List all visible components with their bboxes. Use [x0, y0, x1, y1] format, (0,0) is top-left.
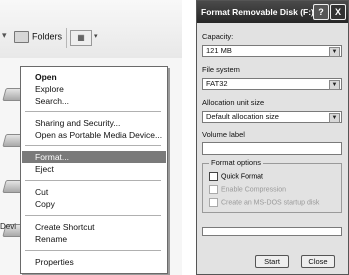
dialog-titlebar[interactable]: Format Removable Disk (F:) ? X: [197, 1, 348, 23]
menu-item-open-portable-media[interactable]: Open as Portable Media Device...: [22, 129, 166, 141]
allocation-unit-select[interactable]: Default allocation size ▼: [202, 111, 342, 123]
toolbar-separator: [66, 28, 67, 48]
format-options-group: Format options Quick Format Enable Compr…: [202, 158, 342, 213]
menu-item-rename[interactable]: Rename: [22, 233, 166, 245]
create-msdos-checkbox: [209, 198, 218, 207]
menu-item-open[interactable]: Open: [22, 71, 166, 83]
menu-item-search[interactable]: Search...: [22, 95, 166, 107]
folders-label: Folders: [32, 31, 63, 42]
chevron-down-icon[interactable]: ▼: [329, 80, 340, 90]
enable-compression-option: Enable Compression: [209, 185, 286, 194]
menu-separator: [25, 145, 161, 146]
capacity-select[interactable]: 121 MB ▼: [202, 45, 342, 57]
menu-separator: [25, 180, 161, 181]
chevron-down-icon[interactable]: ▾: [2, 30, 7, 41]
dialog-title: Format Removable Disk (F:): [201, 7, 314, 17]
quick-format-option[interactable]: Quick Format: [209, 172, 263, 181]
folders-icon: [14, 31, 29, 43]
start-button[interactable]: Start: [255, 255, 289, 268]
allocation-unit-value: Default allocation size: [206, 112, 279, 121]
chevron-down-icon[interactable]: ▼: [329, 113, 340, 123]
allocation-unit-label: Allocation unit size: [202, 98, 265, 107]
file-system-select[interactable]: FAT32 ▼: [202, 78, 342, 90]
menu-item-sharing-security[interactable]: Sharing and Security...: [22, 117, 166, 129]
format-progress-bar: [202, 227, 342, 236]
file-system-label: File system: [202, 65, 240, 74]
menu-separator: [25, 111, 161, 112]
explorer-toolbar: ▾ Folders ▦ ▾: [0, 0, 182, 59]
menu-separator: [25, 215, 161, 216]
menu-item-copy[interactable]: Copy: [22, 198, 166, 210]
chevron-down-icon[interactable]: ▼: [329, 47, 340, 57]
format-options-title: Format options: [209, 158, 264, 167]
quick-format-label: Quick Format: [221, 173, 264, 181]
menu-item-format[interactable]: Format...: [22, 151, 166, 163]
menu-item-eject[interactable]: Eject: [22, 163, 166, 175]
menu-item-create-shortcut[interactable]: Create Shortcut: [22, 221, 166, 233]
menu-separator: [25, 250, 161, 251]
enable-compression-label: Enable Compression: [221, 186, 286, 194]
partial-section-label: Devi: [0, 222, 17, 231]
context-menu: Open Explore Search... Sharing and Secur…: [20, 66, 168, 274]
capacity-label: Capacity:: [202, 32, 234, 41]
folders-button[interactable]: Folders: [14, 31, 62, 43]
enable-compression-checkbox: [209, 185, 218, 194]
format-dialog: Format Removable Disk (F:) ? X Capacity:…: [196, 0, 349, 275]
volume-label-input[interactable]: [202, 142, 342, 155]
close-window-button[interactable]: X: [330, 4, 346, 20]
help-button[interactable]: ?: [313, 4, 329, 20]
quick-format-checkbox[interactable]: [209, 172, 218, 181]
volume-label-label: Volume label: [202, 130, 245, 139]
close-button[interactable]: Close: [301, 255, 335, 268]
views-dropdown-arrow-icon[interactable]: ▾: [94, 32, 98, 40]
create-msdos-option: Create an MS-DOS startup disk: [209, 198, 319, 207]
menu-item-explore[interactable]: Explore: [22, 83, 166, 95]
capacity-value: 121 MB: [206, 46, 232, 55]
menu-item-properties[interactable]: Properties: [22, 256, 166, 268]
file-system-value: FAT32: [206, 79, 228, 88]
menu-item-cut[interactable]: Cut: [22, 186, 166, 198]
create-msdos-label: Create an MS-DOS startup disk: [221, 199, 320, 207]
views-grid-icon[interactable]: ▦: [70, 30, 92, 46]
